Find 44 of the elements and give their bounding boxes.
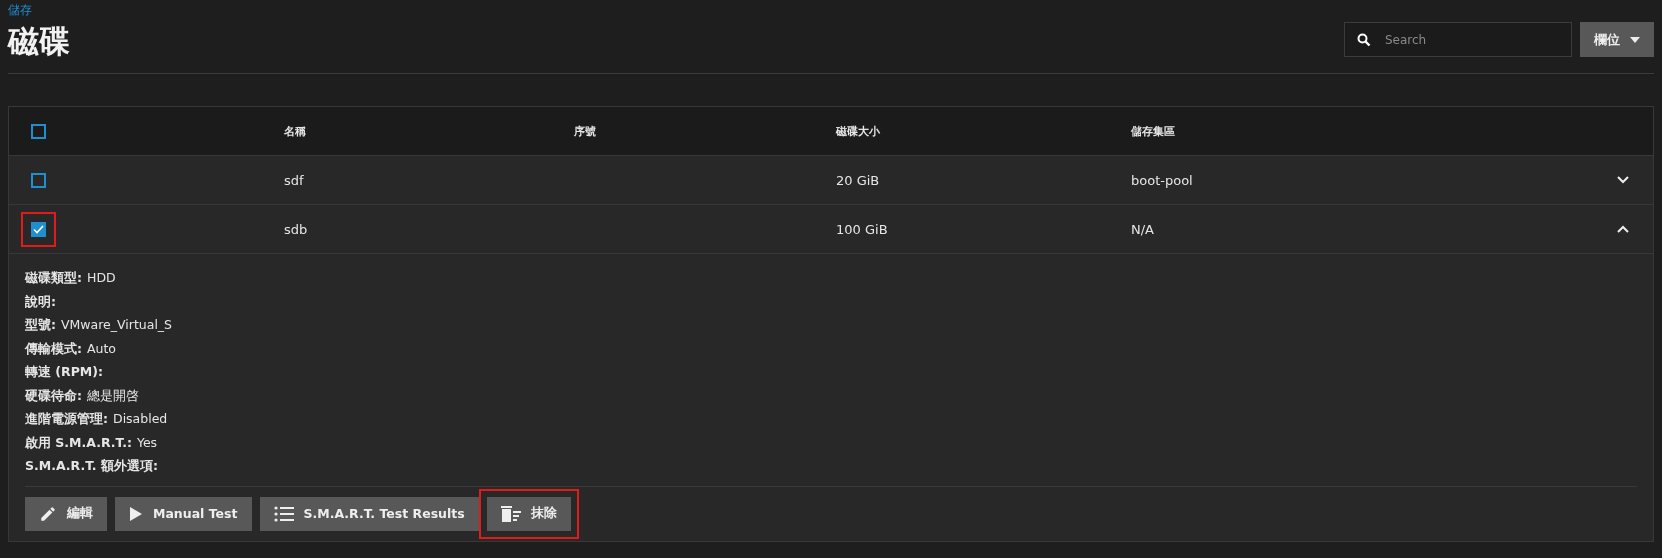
play-icon [129, 505, 143, 522]
detail-label: 啟用 S.M.A.R.T.: [25, 434, 132, 450]
columns-button[interactable]: 欄位 [1580, 22, 1654, 57]
detail-label: 硬碟待命: [25, 387, 82, 403]
search-icon [1357, 33, 1371, 47]
column-header: 序號 [574, 123, 597, 139]
detail-label: 傳輸模式: [25, 340, 82, 356]
action-button[interactable]: Manual Test [115, 496, 252, 531]
detail-label: 進階電源管理: [25, 411, 108, 426]
search-field[interactable]: Search [1344, 22, 1572, 57]
caret-icon [1630, 36, 1640, 43]
checkbox[interactable] [31, 172, 46, 188]
detail-value: HDD [87, 270, 116, 285]
detail-label: 型號: [25, 317, 56, 332]
detail-label: 磁碟類型: [25, 270, 82, 285]
list-icon [273, 505, 294, 522]
checkbox[interactable] [31, 221, 46, 237]
column-header: 名稱 [284, 123, 307, 139]
detail-value: 總是開啓 [87, 387, 139, 403]
detail-label: 說明: [25, 293, 56, 309]
detail-value: VMware_Virtual_S [61, 317, 173, 332]
column-header: 儲存集區 [1131, 123, 1176, 139]
page-title: 磁碟 [8, 22, 70, 61]
table-cell-text: sdb [284, 221, 309, 237]
detail-value: Yes [136, 434, 158, 450]
action-button[interactable]: 抹除 [486, 496, 571, 531]
chevron-up-icon[interactable] [1617, 225, 1629, 233]
table-cell-text: sdf [284, 172, 305, 188]
trash-icon [500, 504, 521, 523]
table-cell-text: N/A [1131, 221, 1155, 237]
pencil-icon [39, 504, 57, 523]
table-cell-text: 100 GiB [836, 221, 889, 237]
detail-value: Auto [87, 340, 117, 356]
column-header: 磁碟大小 [836, 123, 881, 139]
checkbox[interactable] [31, 123, 46, 139]
table-cell-text: 20 GiB [836, 172, 881, 188]
breadcrumb-link[interactable]: 儲存 [8, 2, 70, 19]
chevron-down-icon[interactable] [1617, 176, 1629, 184]
detail-label: 轉速 (RPM): [25, 364, 103, 379]
table-cell-text: boot-pool [1131, 172, 1194, 188]
action-button[interactable]: S.M.A.R.T. Test Results [259, 496, 479, 531]
detail-label: S.M.A.R.T. 額外選項: [25, 458, 158, 473]
action-button[interactable]: 編輯 [25, 496, 107, 531]
detail-value: Disabled [113, 411, 168, 426]
